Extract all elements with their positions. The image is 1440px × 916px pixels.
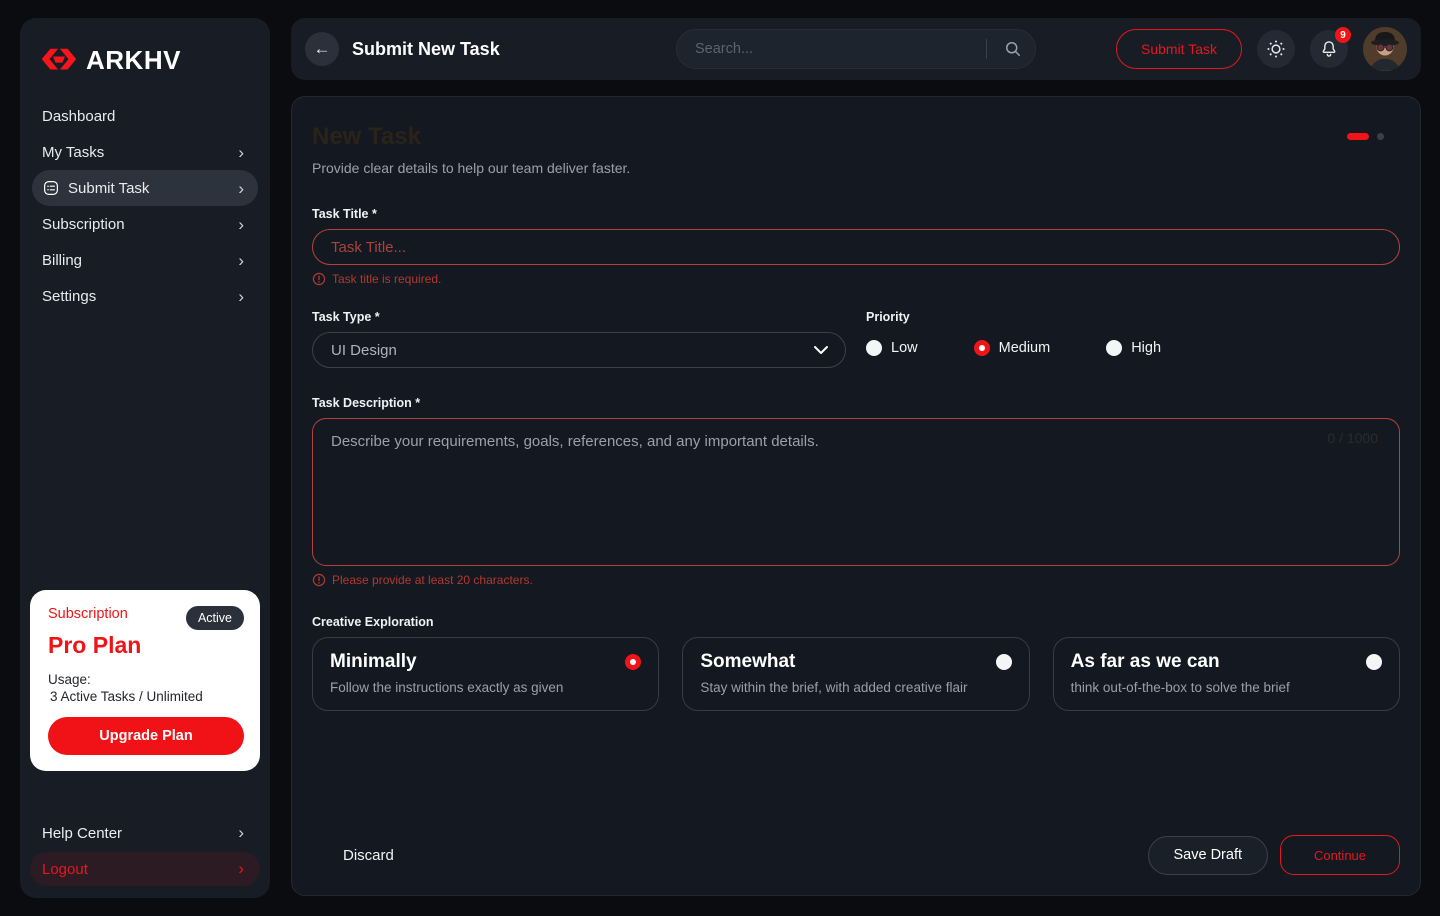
task-form-card: New Task Provide clear details to help o… xyxy=(291,96,1421,896)
sidebar-item-label: My Tasks xyxy=(42,144,104,161)
theme-toggle-button[interactable] xyxy=(1257,30,1295,68)
chevron-right-icon: › xyxy=(238,144,244,161)
task-title-input[interactable] xyxy=(312,229,1400,265)
back-arrow-icon: ← xyxy=(314,39,331,59)
priority-options: Low Medium High xyxy=(866,340,1161,356)
sidebar-item-label: Submit Task xyxy=(68,180,149,197)
chevron-down-icon xyxy=(813,345,829,355)
alert-icon xyxy=(312,272,326,286)
chevron-right-icon: › xyxy=(238,823,244,843)
continue-button[interactable]: Continue xyxy=(1280,835,1400,875)
form-footer: Discard Save Draft Continue xyxy=(312,835,1400,875)
save-draft-button[interactable]: Save Draft xyxy=(1148,836,1269,875)
notifications-button[interactable]: 9 xyxy=(1310,30,1348,68)
form-title: New Task xyxy=(312,123,1400,151)
progress-step-active xyxy=(1347,133,1369,140)
step-progress xyxy=(1347,133,1384,140)
brand-logo[interactable]: ARKHV xyxy=(20,18,270,80)
app-root: ARKHV Dashboard My Tasks › xyxy=(0,0,1440,916)
sun-icon xyxy=(1265,38,1287,60)
error-text: Task title is required. xyxy=(332,272,441,286)
radio-selected-icon xyxy=(974,340,990,356)
help-center-label: Help Center xyxy=(42,825,122,842)
brand-name: ARKHV xyxy=(86,45,181,76)
sidebar-item-label: Settings xyxy=(42,288,96,305)
avatar[interactable] xyxy=(1363,27,1407,71)
chevron-right-icon: › xyxy=(238,252,244,269)
search-divider xyxy=(986,39,987,59)
character-counter: 0 / 1000 xyxy=(1327,430,1378,446)
task-description-label: Task Description * xyxy=(312,396,1400,410)
sidebar-item-label: Subscription xyxy=(42,216,125,233)
task-list-icon xyxy=(42,179,60,197)
chevron-right-icon: › xyxy=(238,859,244,879)
radio-icon xyxy=(866,340,882,356)
task-type-select[interactable]: UI Design xyxy=(312,332,846,368)
sidebar: ARKHV Dashboard My Tasks › xyxy=(20,18,270,898)
usage-value: 3 Active Tasks / Unlimited xyxy=(48,689,244,704)
sidebar-item-settings[interactable]: Settings › xyxy=(32,278,258,314)
plan-name: Pro Plan xyxy=(48,632,244,659)
sidebar-item-label: Billing xyxy=(42,252,82,269)
sidebar-item-label: Dashboard xyxy=(42,108,115,125)
creative-option-somewhat[interactable]: Somewhat Stay within the brief, with add… xyxy=(682,637,1029,711)
logout-label: Logout xyxy=(42,861,88,878)
logout-button[interactable]: Logout › xyxy=(30,852,260,886)
creative-option-as-far-as-we-can[interactable]: As far as we can think out-of-the-box to… xyxy=(1053,637,1400,711)
search-input[interactable] xyxy=(695,41,976,57)
task-title-label: Task Title * xyxy=(312,207,1400,221)
task-type-value: UI Design xyxy=(331,342,397,359)
header: ← Submit New Task Submit Task xyxy=(291,18,1421,80)
usage-label: Usage: xyxy=(48,671,244,689)
priority-option-low[interactable]: Low xyxy=(866,340,918,356)
creative-option-minimally[interactable]: Minimally Follow the instructions exactl… xyxy=(312,637,659,711)
discard-button[interactable]: Discard xyxy=(343,847,394,864)
task-type-label: Task Type * xyxy=(312,310,846,324)
error-text: Please provide at least 20 characters. xyxy=(332,573,533,587)
bell-icon xyxy=(1319,39,1339,59)
task-title-error: Task title is required. xyxy=(312,272,1400,286)
sidebar-item-submit-task[interactable]: Submit Task › xyxy=(32,170,258,206)
sidebar-item-help-center[interactable]: Help Center › xyxy=(30,816,260,850)
brand-logo-icon xyxy=(40,46,78,74)
radio-selected-icon xyxy=(625,654,641,670)
header-actions: Submit Task 9 xyxy=(1116,27,1407,71)
sidebar-item-dashboard[interactable]: Dashboard xyxy=(32,98,258,134)
search-icon[interactable] xyxy=(997,39,1029,59)
upgrade-plan-button[interactable]: Upgrade Plan xyxy=(48,717,244,755)
task-description-input[interactable] xyxy=(312,418,1400,566)
sidebar-item-my-tasks[interactable]: My Tasks › xyxy=(32,134,258,170)
subscription-eyebrow: Subscription xyxy=(48,606,128,622)
status-badge: Active xyxy=(186,606,244,630)
creative-exploration-label: Creative Exploration xyxy=(312,615,1400,629)
radio-icon xyxy=(1106,340,1122,356)
priority-option-high[interactable]: High xyxy=(1106,340,1161,356)
alert-icon xyxy=(312,573,326,587)
chevron-right-icon: › xyxy=(238,288,244,305)
radio-icon xyxy=(1366,654,1382,670)
submit-task-button[interactable]: Submit Task xyxy=(1116,29,1242,69)
sidebar-item-billing[interactable]: Billing › xyxy=(32,242,258,278)
notification-badge: 9 xyxy=(1335,27,1351,43)
sidebar-nav: Dashboard My Tasks › Submit Task › xyxy=(20,98,270,314)
radio-icon xyxy=(996,654,1012,670)
back-button[interactable]: ← xyxy=(305,32,339,66)
sidebar-footer: Help Center › Logout › xyxy=(30,816,260,886)
chevron-right-icon: › xyxy=(238,216,244,233)
priority-option-medium[interactable]: Medium xyxy=(974,340,1051,356)
chevron-right-icon: › xyxy=(238,180,244,197)
progress-step xyxy=(1377,133,1384,140)
form-subtitle: Provide clear details to help our team d… xyxy=(312,160,1400,176)
task-description-error: Please provide at least 20 characters. xyxy=(312,573,1400,587)
creative-exploration-options: Minimally Follow the instructions exactl… xyxy=(312,637,1400,711)
subscription-card: Subscription Active Pro Plan Usage: 3 Ac… xyxy=(30,590,260,771)
search-bar xyxy=(676,29,1036,69)
sidebar-item-subscription[interactable]: Subscription › xyxy=(32,206,258,242)
page-title: Submit New Task xyxy=(352,39,500,60)
priority-label: Priority xyxy=(866,310,1161,324)
